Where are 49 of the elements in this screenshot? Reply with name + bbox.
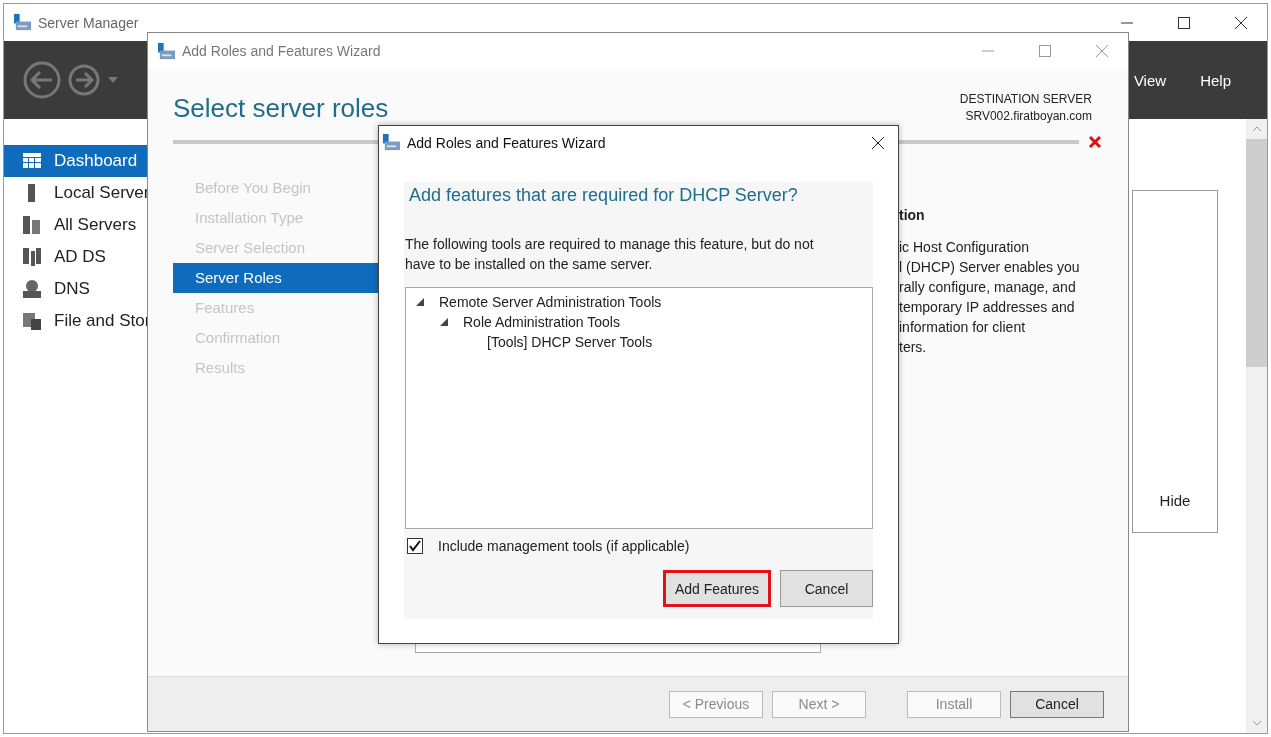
dialog-title: Add Roles and Features Wizard: [407, 134, 606, 151]
close-icon[interactable]: [1235, 16, 1247, 29]
sidebar-item[interactable]: DNS: [4, 273, 147, 305]
grid-icon: [22, 151, 42, 171]
description-text: l (DHCP) Server enables you: [899, 258, 1081, 277]
page-heading: Select server roles: [173, 93, 389, 124]
tree-item[interactable]: Remote Server Administration Tools: [439, 294, 662, 311]
sidebar-item[interactable]: All Servers: [4, 209, 147, 241]
menu-item[interactable]: View: [1133, 71, 1167, 89]
dialog-heading: Add features that are required for DHCP Server?: [408, 184, 799, 207]
server-icon: [22, 215, 42, 235]
checkbox[interactable]: [407, 538, 423, 554]
scrollbar[interactable]: [1246, 119, 1267, 733]
expand-triangle-icon[interactable]: [440, 318, 448, 327]
server-manager-icon: [157, 41, 176, 61]
tree-item[interactable]: [Tools] DHCP Server Tools: [487, 334, 653, 351]
destination-server: SRV002.firatboyan.com: [965, 108, 1092, 125]
window-title: Server Manager: [38, 14, 139, 31]
window-title: Add Roles and Features Wizard: [182, 43, 381, 59]
description-text: information for client: [899, 318, 1027, 337]
checkbox-label[interactable]: Include management tools (if applicable): [438, 538, 690, 554]
server-manager-icon: [382, 133, 401, 152]
server-manager-icon: [13, 13, 32, 32]
wizard-step[interactable]: Server Roles: [173, 263, 379, 293]
scroll-up-icon[interactable]: [1251, 126, 1262, 132]
server-icon: [22, 311, 42, 331]
description-text: ic Host Configuration: [899, 238, 1030, 257]
dialog-button[interactable]: Add Features: [662, 570, 771, 607]
server-icon: [22, 247, 42, 267]
description-heading: tion: [899, 207, 926, 223]
description-text: rally configure, manage, and: [899, 278, 1077, 297]
expand-triangle-icon[interactable]: [416, 298, 424, 307]
sidebar-item[interactable]: Local Server: [4, 177, 147, 209]
sidebar-item[interactable]: File and Stor: [4, 305, 147, 337]
wizard-button[interactable]: Cancel: [1010, 690, 1104, 718]
description-text: ters.: [899, 338, 928, 357]
description-text: temporary IP addresses and: [899, 298, 1076, 317]
maximize-icon[interactable]: [1178, 16, 1190, 29]
dialog-message: The following tools are required to manage this feature, but do not have to be installed on the same server.: [404, 235, 815, 275]
sidebar-item[interactable]: AD DS: [4, 241, 147, 273]
dialog-button[interactable]: Cancel: [780, 570, 873, 607]
sidebar-item[interactable]: Dashboard: [4, 145, 147, 177]
destination-label: DESTINATION SERVER: [959, 91, 1092, 108]
close-icon[interactable]: [872, 136, 884, 149]
scroll-down-icon[interactable]: [1251, 720, 1262, 726]
menu-item[interactable]: Help: [1200, 71, 1231, 89]
tree-item[interactable]: Role Administration Tools: [463, 314, 620, 331]
error-cross-icon: [1088, 135, 1102, 149]
hide-link[interactable]: Hide: [1159, 492, 1191, 509]
